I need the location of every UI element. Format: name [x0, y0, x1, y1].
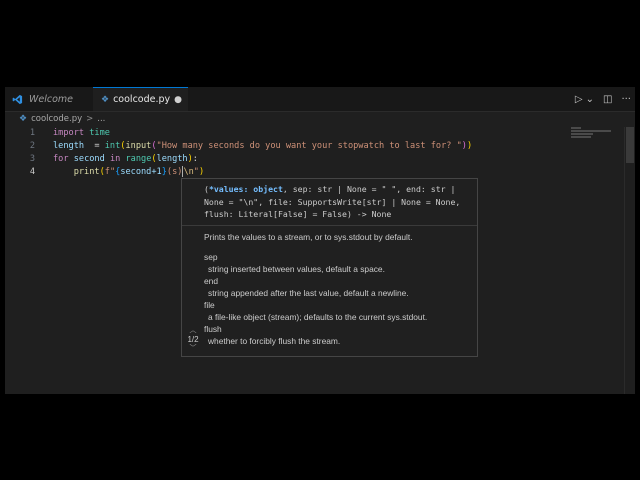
param-name: file — [204, 299, 215, 310]
run-icon[interactable]: ▷ — [575, 94, 583, 105]
code-line[interactable]: import time — [53, 127, 472, 140]
operator: = — [84, 141, 105, 151]
description: Prints the values to a stream, or to sys… — [204, 231, 413, 242]
line-number-current: 4 — [29, 167, 35, 177]
overload-navigator: ︿ 1/2 ﹀ — [185, 326, 201, 353]
python-icon: ❖ — [101, 94, 110, 105]
string-literal: (s) — [166, 167, 183, 177]
param-desc: a file-like object (stream); defaults to… — [208, 311, 428, 322]
more-actions-icon[interactable]: ··· — [621, 94, 631, 105]
keyword: import — [53, 128, 85, 138]
overload-counter: 1/2 — [187, 335, 199, 344]
function-name: input — [125, 141, 152, 151]
minimap[interactable] — [571, 127, 615, 157]
line-number: 1 — [29, 128, 35, 138]
param-name: flush — [204, 323, 222, 334]
string-literal: "How many seconds do you want your stopw… — [156, 141, 462, 151]
code-line[interactable]: for second in range(length): — [53, 153, 472, 166]
vscode-logo-icon — [12, 94, 23, 104]
chevron-down-icon[interactable]: ﹀ — [185, 344, 201, 353]
signature-help-popup: (*values: object, sep: str | None = " ",… — [181, 178, 478, 357]
fstring-prefix: f" — [104, 167, 116, 177]
colon: : — [192, 154, 198, 164]
line-number: 3 — [29, 154, 35, 164]
bracket: ) — [198, 167, 205, 177]
line-number: 2 — [29, 141, 35, 151]
run-dropdown-icon[interactable]: ⌄ — [586, 94, 594, 105]
unsaved-dot-icon[interactable]: ● — [174, 95, 182, 105]
param-name: end — [204, 275, 218, 286]
keyword: for — [53, 154, 69, 164]
tab-coolcode-label: coolcode.py — [113, 94, 171, 105]
param-desc: string inserted between values, default … — [208, 263, 385, 274]
split-editor-icon[interactable]: ◫ — [603, 94, 612, 105]
keyword: in — [109, 154, 121, 164]
tab-welcome[interactable]: Welcome — [5, 87, 93, 111]
builtin-name: range — [125, 154, 152, 164]
chevron-up-icon[interactable]: ︿ — [185, 326, 201, 335]
minimap-line — [571, 133, 593, 135]
editor-window: Welcome ❖ coolcode.py ● ▷ ⌄ ◫ ··· ❖ cool… — [5, 87, 635, 394]
variable: length — [156, 154, 188, 164]
fstring-expression: second+1 — [120, 167, 162, 177]
module-name: time — [89, 128, 110, 138]
minimap-line — [571, 130, 611, 132]
active-parameter: *values: object — [208, 184, 283, 194]
breadcrumb: ❖ coolcode.py > ... — [5, 111, 635, 127]
minimap-line — [571, 127, 581, 129]
function-name: print — [73, 167, 100, 177]
vertical-scrollbar[interactable] — [624, 127, 635, 394]
python-icon: ❖ — [19, 114, 28, 124]
breadcrumb-separator: > — [86, 114, 94, 124]
signature: (*values: object, sep: str | None = " ",… — [182, 179, 477, 226]
builtin-name: int — [104, 141, 121, 151]
tab-bar: Welcome ❖ coolcode.py ● ▷ ⌄ ◫ ··· — [5, 87, 635, 112]
scrollbar-thumb[interactable] — [626, 127, 634, 163]
breadcrumb-file[interactable]: coolcode.py — [31, 114, 82, 124]
variable: length — [53, 141, 85, 151]
minimap-line — [571, 136, 591, 138]
breadcrumb-rest[interactable]: ... — [97, 114, 105, 124]
escape-sequence: \n — [183, 167, 194, 177]
tab-coolcode[interactable]: ❖ coolcode.py ● — [93, 87, 188, 111]
tab-welcome-label: Welcome — [29, 93, 74, 105]
variable: second — [73, 154, 105, 164]
code-line[interactable]: length = int(input("How many seconds do … — [53, 140, 472, 153]
param-desc: whether to forcibly flush the stream. — [208, 335, 341, 346]
documentation: Prints the values to a stream, or to sys… — [182, 226, 477, 347]
bracket: ) — [466, 141, 473, 151]
code-lines[interactable]: import time length = int(input("How many… — [53, 127, 472, 179]
param-name: sep — [204, 251, 218, 262]
line-number-gutter: 1 2 3 4 — [5, 127, 35, 179]
editor-actions: ▷ ⌄ ◫ ··· — [575, 87, 631, 111]
param-desc: string appended after the last value, de… — [208, 287, 409, 298]
